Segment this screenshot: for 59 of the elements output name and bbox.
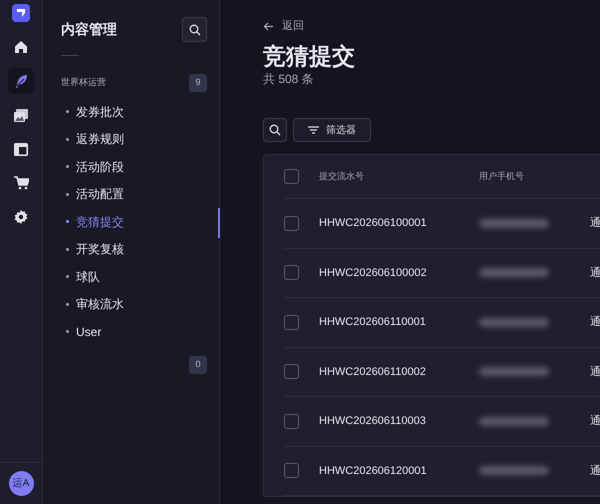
table-cell-text: HHWC202606110001 — [319, 315, 427, 330]
sidebar-title: 内容管理 — [61, 20, 117, 39]
active-indicator — [218, 208, 220, 238]
search-icon — [188, 24, 200, 36]
column-header: 用户手机号 — [479, 170, 525, 183]
redacted-value — [479, 466, 549, 476]
redacted-value — [479, 318, 549, 327]
sidebar-item[interactable]: 竞猜提交 — [61, 208, 130, 236]
sidebar-item[interactable]: 返券规则 — [61, 126, 130, 153]
redacted-value — [479, 218, 549, 228]
home-icon — [14, 40, 28, 54]
sidebar-item[interactable]: 开奖复核 — [61, 236, 130, 263]
sidebar-item[interactable]: User — [61, 318, 108, 346]
user-avatar[interactable]: 运A — [8, 471, 34, 496]
feather-icon — [14, 74, 28, 88]
cart-icon — [14, 176, 28, 190]
search-button[interactable] — [263, 118, 287, 142]
sidebar-item[interactable]: 活动阶段 — [61, 153, 130, 180]
group-label: 世界杯运营 — [61, 76, 106, 90]
filter-icon — [308, 126, 319, 134]
redacted-value — [479, 416, 549, 426]
back-arrow-icon — [263, 22, 274, 31]
table-cell-text: HHWC202606100002 — [319, 266, 428, 281]
table-cell-text: 通 — [590, 266, 600, 281]
redacted-value — [479, 367, 549, 376]
row-checkbox[interactable] — [284, 314, 299, 330]
table-cell-text: 通 — [590, 414, 600, 430]
table-cell-text: HHWC202606110002 — [319, 364, 427, 380]
logo-icon — [12, 4, 30, 22]
select-all-checkbox[interactable] — [284, 169, 299, 184]
table-cell-text: HHWC202606100001 — [319, 216, 428, 232]
row-checkbox[interactable] — [284, 265, 299, 280]
table-cell-text: 通 — [590, 216, 600, 232]
row-checkbox[interactable] — [284, 463, 299, 478]
filter-button[interactable]: 筛选器 — [293, 118, 371, 142]
sidebar-item[interactable]: 审核流水 — [61, 290, 130, 318]
count-badge: 9 — [189, 74, 207, 92]
sidebar-item[interactable]: 球队 — [61, 263, 106, 290]
search-button[interactable] — [182, 17, 207, 42]
table-cell-text: 通 — [590, 314, 600, 330]
layout-icon — [14, 142, 28, 156]
column-header: 提交流水号 — [319, 170, 365, 183]
sidebar-item[interactable]: 活动配置 — [61, 180, 130, 208]
table-cell-text: 通 — [590, 464, 600, 479]
images-icon — [14, 108, 28, 122]
table-cell-text: HHWC202606120001 — [319, 464, 428, 479]
settings-icon — [14, 210, 28, 224]
row-checkbox[interactable] — [284, 364, 299, 380]
count-badge: 0 — [189, 356, 207, 374]
search-icon — [269, 124, 281, 136]
row-checkbox[interactable] — [284, 216, 299, 231]
page-title: 竞猜提交 — [263, 42, 356, 70]
table-cell-text: HHWC202606110003 — [319, 414, 427, 430]
row-checkbox[interactable] — [284, 414, 299, 429]
back-link[interactable]: 返回 — [263, 18, 304, 34]
table-cell-text: 通 — [590, 364, 600, 380]
record-count: 共 508 条 — [263, 71, 315, 88]
sidebar-item[interactable]: 发券批次 — [61, 98, 130, 126]
redacted-value — [479, 268, 549, 278]
